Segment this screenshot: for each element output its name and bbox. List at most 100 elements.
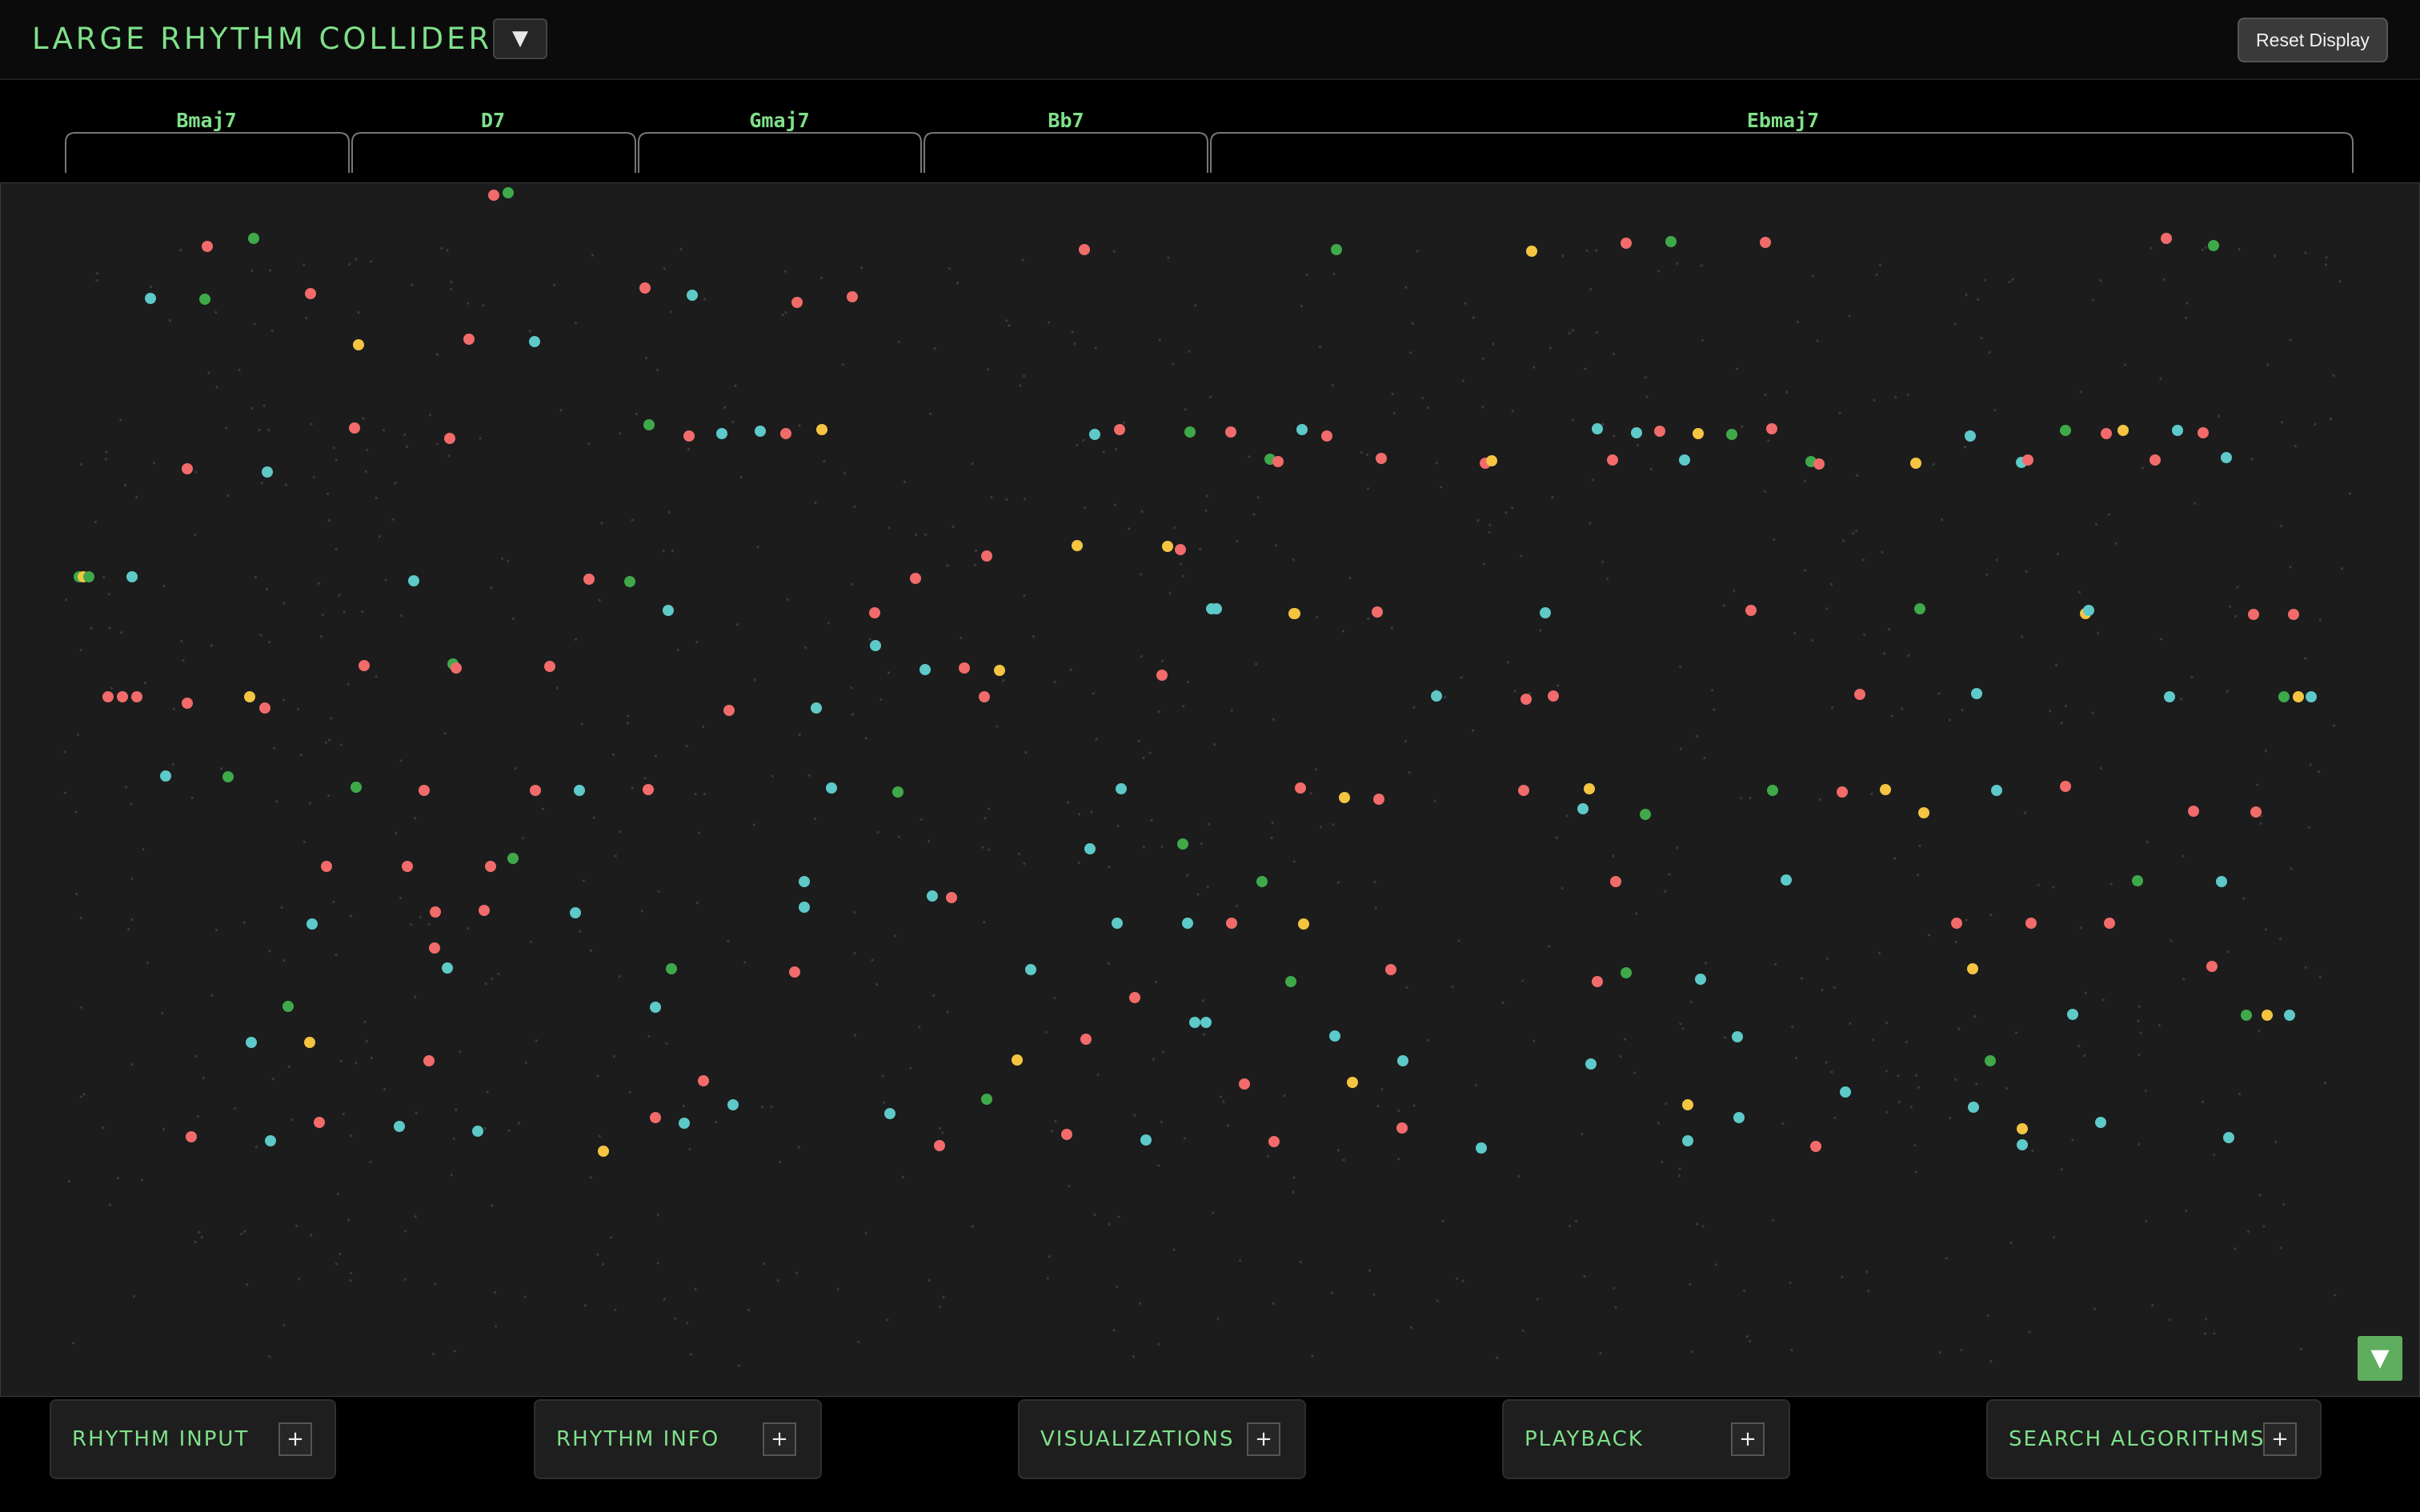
grid-dot bbox=[2084, 991, 2087, 994]
grid-dot bbox=[339, 743, 343, 746]
grid-dot bbox=[1199, 547, 1202, 551]
rhythm-note-dot bbox=[716, 428, 727, 439]
grid-dot bbox=[1160, 1120, 1163, 1123]
grid-dot bbox=[2324, 263, 2328, 266]
grid-dot bbox=[449, 287, 453, 290]
grid-dot bbox=[258, 428, 261, 431]
grid-dot bbox=[2150, 246, 2153, 250]
rhythm-note-dot bbox=[202, 241, 213, 252]
grid-dot bbox=[2325, 256, 2328, 259]
grid-dot bbox=[265, 587, 269, 590]
rhythm-note-dot bbox=[1766, 423, 1777, 434]
grid-dot bbox=[1842, 539, 1845, 542]
grid-dot bbox=[327, 794, 331, 798]
grid-dot bbox=[1194, 304, 1197, 307]
rhythm-note-dot bbox=[1385, 964, 1396, 975]
grid-dot bbox=[1158, 338, 1161, 342]
grid-dot bbox=[938, 1305, 941, 1308]
grid-dot bbox=[1696, 1222, 1699, 1226]
grid-dot bbox=[310, 422, 313, 426]
grid-dot bbox=[2011, 278, 2014, 282]
rhythm-note-dot bbox=[259, 702, 270, 714]
grid-dot bbox=[903, 480, 907, 483]
grid-dot bbox=[90, 626, 93, 630]
grid-dot bbox=[254, 575, 257, 579]
expand-plus-icon[interactable]: + bbox=[1731, 1422, 1765, 1456]
reset-display-button[interactable]: Reset Display bbox=[2238, 18, 2388, 62]
chord-label-bb7[interactable]: Bb7 bbox=[1036, 109, 1096, 132]
rhythm-visualization-canvas[interactable] bbox=[0, 182, 2420, 1397]
grid-dot bbox=[843, 471, 846, 474]
grid-dot bbox=[1984, 278, 1987, 282]
grid-dot bbox=[2009, 1241, 2013, 1245]
expand-plus-icon[interactable]: + bbox=[1247, 1422, 1280, 1456]
grid-dot bbox=[63, 791, 66, 794]
grid-dot bbox=[1561, 254, 1565, 258]
rhythm-note-dot bbox=[2060, 425, 2071, 436]
grid-dot bbox=[2146, 841, 2149, 844]
rhythm-note-dot bbox=[1732, 1031, 1743, 1042]
rhythm-note-dot bbox=[1080, 1034, 1092, 1045]
chord-label-ebmaj7[interactable]: Ebmaj7 bbox=[1735, 109, 1831, 132]
expand-plus-icon[interactable]: + bbox=[2263, 1422, 2297, 1456]
chord-label-gmaj7[interactable]: Gmaj7 bbox=[738, 109, 821, 132]
grid-dot bbox=[591, 254, 595, 257]
grid-dot bbox=[2264, 750, 2267, 753]
grid-dot bbox=[2250, 458, 2254, 461]
app-header: LARGE RHYTHM COLLIDER ▼ Reset Display bbox=[0, 0, 2420, 80]
rhythm-note-dot bbox=[353, 339, 364, 350]
grid-dot bbox=[1023, 498, 1027, 501]
grid-dot bbox=[1885, 1070, 1888, 1073]
grid-dot bbox=[2168, 1318, 2171, 1322]
grid-dot bbox=[1885, 1110, 1889, 1114]
grid-dot bbox=[1405, 986, 1408, 989]
grid-dot bbox=[1841, 1275, 1844, 1278]
grid-dot bbox=[1206, 886, 1209, 889]
grid-dot bbox=[1890, 714, 1894, 718]
expand-plus-icon[interactable]: + bbox=[278, 1422, 312, 1456]
rhythm-note-dot bbox=[1025, 964, 1036, 975]
grid-dot bbox=[1811, 274, 1814, 278]
chord-label-d7[interactable]: D7 bbox=[469, 109, 517, 132]
chord-label-bmaj7[interactable]: Bmaj7 bbox=[165, 109, 248, 132]
panel-rhythm-input[interactable]: RHYTHM INPUT + bbox=[50, 1399, 336, 1479]
grid-dot bbox=[1872, 1038, 1875, 1042]
grid-dot bbox=[1270, 836, 1273, 839]
grid-dot bbox=[589, 1176, 592, 1179]
collapse-canvas-button[interactable]: ▼ bbox=[2358, 1336, 2402, 1381]
grid-dot bbox=[2279, 525, 2282, 528]
grid-dot bbox=[225, 426, 228, 430]
expand-plus-icon[interactable]: + bbox=[763, 1422, 796, 1456]
panel-visualizations[interactable]: VISUALIZATIONS + bbox=[1018, 1399, 1306, 1479]
grid-dot bbox=[210, 994, 214, 997]
grid-dot bbox=[1781, 1122, 1785, 1125]
rhythm-note-dot bbox=[1268, 1136, 1280, 1147]
grid-dot bbox=[1050, 1130, 1053, 1133]
grid-dot bbox=[95, 279, 98, 282]
grid-dot bbox=[647, 1034, 651, 1038]
grid-dot bbox=[1472, 316, 1475, 319]
grid-dot bbox=[1226, 1124, 1229, 1127]
rhythm-note-dot bbox=[2118, 425, 2129, 436]
panel-rhythm-info[interactable]: RHYTHM INFO + bbox=[534, 1399, 822, 1479]
grid-dot bbox=[414, 995, 417, 998]
grid-dot bbox=[446, 249, 449, 252]
grid-dot bbox=[574, 638, 578, 641]
panel-playback[interactable]: PLAYBACK + bbox=[1502, 1399, 1790, 1479]
grid-dot bbox=[327, 519, 331, 522]
rhythm-note-dot bbox=[423, 1055, 435, 1066]
rhythm-note-dot bbox=[117, 691, 128, 702]
rhythm-note-dot bbox=[2025, 918, 2037, 929]
grid-dot bbox=[63, 750, 66, 754]
grid-dot bbox=[928, 1278, 931, 1282]
menu-dropdown-button[interactable]: ▼ bbox=[493, 18, 547, 59]
grid-dot bbox=[512, 617, 515, 621]
grid-dot bbox=[1272, 1302, 1275, 1305]
grid-dot bbox=[1657, 270, 1661, 273]
rhythm-note-dot bbox=[2250, 806, 2262, 818]
rhythm-note-dot bbox=[643, 419, 655, 430]
panel-search-algorithms[interactable]: SEARCH ALGORITHMS + bbox=[1986, 1399, 2322, 1479]
grid-dot bbox=[1212, 743, 1216, 746]
rhythm-note-dot bbox=[2241, 1010, 2252, 1021]
grid-dot bbox=[2323, 1082, 2327, 1085]
